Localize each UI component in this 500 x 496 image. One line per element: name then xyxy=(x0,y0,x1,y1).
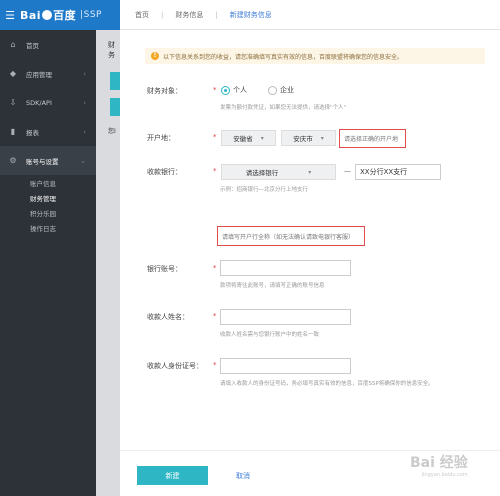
sidebar-subitem-account-info[interactable]: 账户信息 xyxy=(0,175,96,190)
notice-text: 以下信息关系到您的收益，请您准确填写真实有效的信息，百度联盟将确保您的信息安全。 xyxy=(163,53,404,61)
breadcrumb-separator: | xyxy=(161,11,164,19)
breadcrumb-separator: | xyxy=(215,11,218,19)
chevron-down-icon: ▾ xyxy=(308,168,312,176)
cube-icon: ◆ xyxy=(9,69,17,78)
subject-label: 财务对象： xyxy=(147,87,182,95)
new-finance-form-panel: ! 以下信息关系到您的收益，请您准确填写真实有效的信息，百度联盟将确保您的信息安… xyxy=(120,30,500,496)
sidebar-item-sdk[interactable]: ⇩ SDK/API › xyxy=(0,88,96,117)
bank-select[interactable]: 请选择银行 ▾ xyxy=(221,164,336,180)
baidu-logo[interactable]: Bai 百度 |SSP xyxy=(20,7,102,23)
bank-select-value: 请选择银行 xyxy=(245,169,279,177)
chevron-right-icon: › xyxy=(83,127,86,136)
radio-unselected-icon xyxy=(268,85,277,95)
required-mark: * xyxy=(213,133,217,141)
sidebar-item-label: 应用管理 xyxy=(26,70,52,79)
bar-chart-icon: ▮ xyxy=(10,127,16,136)
radio-selected-icon xyxy=(221,85,230,95)
sidebar-item-label: 报表 xyxy=(26,128,39,137)
submit-button[interactable]: 新建 xyxy=(137,466,208,485)
home-icon: ⌂ xyxy=(10,40,16,49)
logo-suffix: |SSP xyxy=(80,10,102,20)
branch-input[interactable]: XX分行XX支行 xyxy=(355,164,441,180)
paw-icon xyxy=(42,10,53,20)
payee-name-label: 收款人姓名： xyxy=(147,313,189,321)
bank-error: 请填写开户行全称（如无法确认请致电银行客服） xyxy=(217,226,365,246)
payee-id-label: 收款人身份证号： xyxy=(147,362,203,370)
payee-id-hint: 请填入收款人的身份证号码，务必填写真实有效的信息，百度SSP将确保你的信息安全。 xyxy=(220,381,434,387)
breadcrumb: 首页 | 财务信息 | 新建财务信息 xyxy=(135,0,272,30)
sidebar-subitem-finance[interactable]: 财务管理 xyxy=(0,190,96,205)
sidebar: ⌂ 首页 ◆ 应用管理 › ⇩ SDK/API › ▮ 报表 › ⚙ 账号与设置… xyxy=(0,30,96,496)
payee-id-input[interactable] xyxy=(220,358,351,374)
sidebar-item-reports[interactable]: ▮ 报表 › xyxy=(0,117,96,146)
bank-label: 收款银行： xyxy=(147,168,182,176)
hamburger-menu-icon[interactable]: ☰ xyxy=(0,0,20,30)
brand-area: ☰ Bai 百度 |SSP xyxy=(0,0,120,30)
breadcrumb-home[interactable]: 首页 xyxy=(135,10,149,20)
background-button xyxy=(110,98,120,116)
radio-personal[interactable]: 个人 xyxy=(221,85,247,95)
watermark: Bai 经验 jingyan.baidu.com xyxy=(410,452,468,478)
background-button xyxy=(110,72,120,90)
chevron-right-icon: › xyxy=(83,69,86,78)
logo-cn: 百度 xyxy=(53,9,77,22)
error-text: 请填写开户行全称（如无法确认请致电银行客服） xyxy=(222,233,355,241)
chevron-down-icon: ▾ xyxy=(260,134,264,142)
sidebar-item-label: SDK/API xyxy=(26,98,52,107)
sidebar-subitem-points[interactable]: 积分乐园 xyxy=(0,205,96,220)
radio-label: 个人 xyxy=(233,86,247,94)
background-text: 您I xyxy=(108,128,116,135)
bank-hint: 示例：招商银行—北京分行上地支行 xyxy=(220,187,309,193)
info-notice: ! 以下信息关系到您的收益，请您准确填写真实有效的信息，百度联盟将确保您的信息安… xyxy=(145,48,485,64)
bank-location-error: 请选择正确的开户地 xyxy=(339,129,406,148)
warning-icon: ! xyxy=(151,52,159,60)
required-mark: * xyxy=(213,361,217,369)
gear-icon: ⚙ xyxy=(9,156,17,165)
sidebar-item-label: 账号与设置 xyxy=(26,157,59,166)
top-bar: ☰ Bai 百度 |SSP 首页 | 财务信息 | 新建财务信息 xyxy=(0,0,500,30)
radio-label: 企业 xyxy=(280,86,294,94)
logo-text: Bai xyxy=(20,8,42,22)
watermark-sub: jingyan.baidu.com xyxy=(421,472,468,478)
cancel-button[interactable]: 取消 xyxy=(236,466,250,485)
city-select[interactable]: 安庆市 ▾ xyxy=(281,130,336,146)
sidebar-item-account-settings[interactable]: ⚙ 账号与设置 ⌄ xyxy=(0,146,96,175)
account-hint: 款项将寄往此账号，请填写正确的账号信息 xyxy=(220,283,325,289)
payee-name-input[interactable] xyxy=(220,309,351,325)
payee-name-hint: 收款人姓名需与您银行账户中的姓名一致 xyxy=(220,332,320,338)
required-mark: * xyxy=(213,312,217,320)
subject-hint: 发票为额付款凭证，如果您无法提供，请选择"个人" xyxy=(220,105,347,111)
branch-value: XX分行XX支行 xyxy=(360,168,408,176)
required-mark: * xyxy=(213,86,217,94)
breadcrumb-current: 新建财务信息 xyxy=(229,11,272,19)
chevron-down-icon: ⌄ xyxy=(80,156,86,165)
province-value: 安徽省 xyxy=(233,135,253,143)
required-mark: * xyxy=(213,264,217,272)
download-icon: ⇩ xyxy=(9,98,17,107)
sidebar-subitem-logs[interactable]: 操作日志 xyxy=(0,220,96,235)
sidebar-item-apps[interactable]: ◆ 应用管理 › xyxy=(0,59,96,88)
watermark-text: Bai 经验 xyxy=(410,455,468,471)
province-select[interactable]: 安徽省 ▾ xyxy=(221,130,276,146)
account-input[interactable] xyxy=(220,260,351,276)
chevron-down-icon: ▾ xyxy=(320,134,324,142)
sidebar-item-home[interactable]: ⌂ 首页 xyxy=(0,30,96,59)
dash-separator: — xyxy=(344,167,351,175)
chevron-right-icon: › xyxy=(83,98,86,107)
background-content: 财务 您I xyxy=(96,30,120,496)
account-label: 银行账号： xyxy=(147,265,182,273)
bank-location-label: 开户地： xyxy=(147,134,175,142)
radio-company[interactable]: 企业 xyxy=(268,85,294,95)
breadcrumb-finance[interactable]: 财务信息 xyxy=(175,10,203,20)
city-value: 安庆市 xyxy=(293,135,313,143)
required-mark: * xyxy=(213,167,217,175)
background-tab: 财务 xyxy=(108,41,115,59)
sidebar-item-label: 首页 xyxy=(26,41,39,50)
error-text: 请选择正确的开户地 xyxy=(344,136,399,143)
